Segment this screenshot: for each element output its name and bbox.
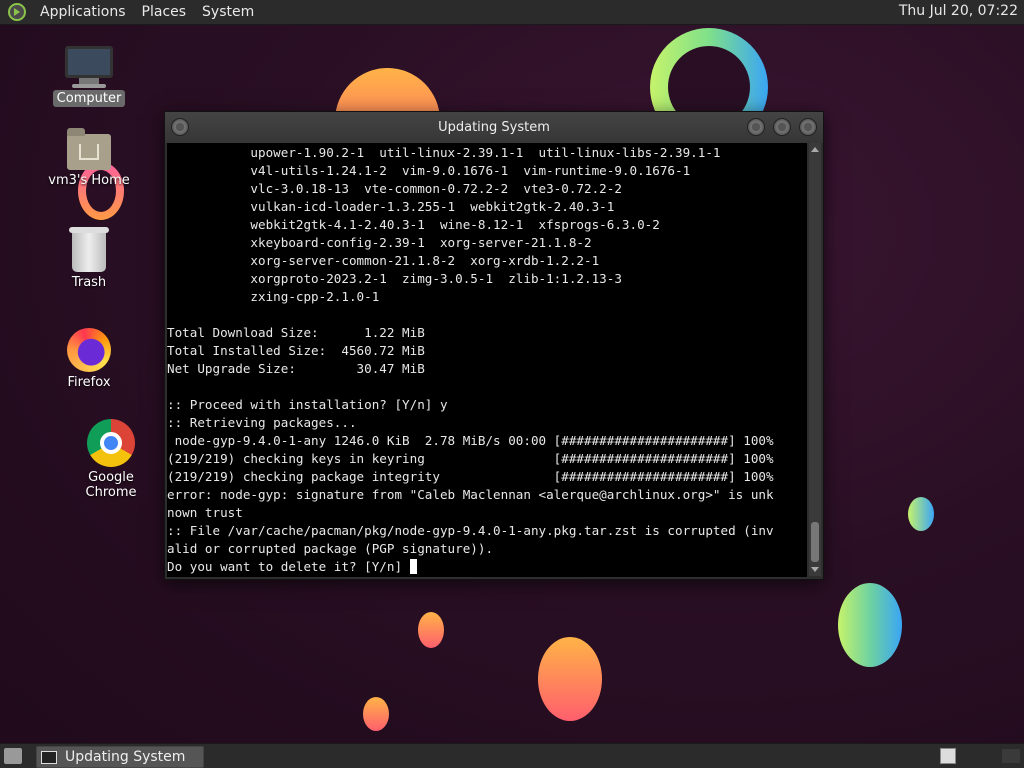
taskbar-item-label: Updating System	[65, 749, 186, 765]
decorative-blob	[908, 497, 934, 531]
desktop-icon-label: Computer	[52, 90, 126, 107]
cursor	[409, 559, 417, 574]
maximize-button[interactable]	[773, 118, 791, 136]
top-panel: Applications Places System Thu Jul 20, 0…	[0, 0, 1024, 25]
close-button[interactable]	[799, 118, 817, 136]
show-desktop-icon[interactable]	[4, 748, 22, 764]
clock[interactable]: Thu Jul 20, 07:22	[899, 3, 1018, 19]
terminal-line: vulkan-icd-loader-1.3.255-1 webkit2gtk-2…	[167, 199, 615, 214]
terminal-line: Net Upgrade Size: 30.47 MiB	[167, 361, 425, 376]
scroll-down-icon[interactable]	[811, 567, 819, 572]
menu-applications[interactable]: Applications	[32, 4, 134, 20]
desktop-icon-trash[interactable]: Trash	[39, 227, 139, 291]
terminal-line: webkit2gtk-4.1-2.40.3-1 wine-8.12-1 xfsp…	[167, 217, 660, 232]
taskbar-item-updating-system[interactable]: Updating System	[36, 746, 204, 768]
terminal-line: :: Proceed with installation? [Y/n] y	[167, 397, 448, 412]
terminal-line: Total Installed Size: 4560.72 MiB	[167, 343, 425, 358]
terminal-line: :: File /var/cache/pacman/pkg/node-gyp-9…	[167, 523, 774, 538]
terminal-line: xorgproto-2023.2-1 zimg-3.0.5-1 zlib-1:1…	[167, 271, 622, 286]
terminal-window[interactable]: Updating System upower-1.90.2-1 util-lin…	[164, 111, 824, 580]
desktop-icon-label: Google Chrome	[85, 470, 137, 500]
menu-places[interactable]: Places	[134, 4, 195, 20]
terminal-output[interactable]: upower-1.90.2-1 util-linux-2.39.1-1 util…	[167, 143, 807, 577]
desktop-icon-firefox[interactable]: Firefox	[39, 328, 139, 391]
terminal-line: zxing-cpp-2.1.0-1	[167, 289, 380, 304]
scroll-up-icon[interactable]	[811, 147, 819, 152]
terminal-line: nown trust	[167, 505, 243, 520]
terminal-line: alid or corrupted package (PGP signature…	[167, 541, 494, 556]
computer-icon	[65, 46, 113, 88]
scrollbar-thumb[interactable]	[811, 522, 819, 562]
trash-icon	[69, 227, 109, 272]
terminal-line: xkeyboard-config-2.39-1 xorg-server-21.1…	[167, 235, 592, 250]
decorative-blob	[418, 612, 444, 648]
chrome-icon	[87, 419, 135, 467]
minimize-button[interactable]	[747, 118, 765, 136]
window-titlebar[interactable]: Updating System	[165, 112, 823, 143]
desktop-icon-chrome[interactable]: Google Chrome	[61, 419, 161, 501]
workspace-switcher[interactable]	[940, 748, 956, 764]
window-title: Updating System	[438, 120, 550, 135]
desktop-icon-computer[interactable]: Computer	[39, 46, 139, 107]
terminal-line: Total Download Size: 1.22 MiB	[167, 325, 425, 340]
bottom-panel: Updating System	[0, 743, 1024, 768]
decorative-blob	[838, 583, 902, 667]
terminal-line: :: Retrieving packages...	[167, 415, 357, 430]
home-folder-icon	[67, 128, 111, 170]
terminal-line: xorg-server-common-21.1.8-2 xorg-xrdb-1.…	[167, 253, 600, 268]
firefox-icon	[67, 328, 111, 372]
terminal-scrollbar[interactable]	[809, 143, 821, 576]
terminal-prompt-text: Do you want to delete it? [Y/n]	[167, 559, 410, 574]
terminal-line: (219/219) checking keys in keyring [####…	[167, 451, 774, 466]
terminal-icon	[41, 750, 57, 764]
mate-logo-icon[interactable]	[8, 3, 26, 21]
desktop-icon-home[interactable]: vm3's Home	[39, 128, 139, 189]
terminal-line: error: node-gyp: signature from "Caleb M…	[167, 487, 774, 502]
terminal-line: v4l-utils-1.24.1-2 vim-9.0.1676-1 vim-ru…	[167, 163, 691, 178]
window-menu-button[interactable]	[171, 118, 189, 136]
tray-area	[1002, 749, 1020, 763]
terminal-line: Do you want to delete it? [Y/n]	[167, 558, 807, 576]
menu-system[interactable]: System	[194, 4, 262, 20]
terminal-line: vlc-3.0.18-13 vte-common-0.72.2-2 vte3-0…	[167, 181, 622, 196]
terminal-line: node-gyp-9.4.0-1-any 1246.0 KiB 2.78 MiB…	[167, 433, 774, 448]
decorative-blob	[538, 637, 602, 721]
decorative-blob	[363, 697, 389, 731]
terminal-line: (219/219) checking package integrity [##…	[167, 469, 774, 484]
desktop-icon-label: vm3's Home	[48, 173, 130, 188]
desktop-icon-label: Trash	[71, 275, 107, 290]
terminal-line: upower-1.90.2-1 util-linux-2.39.1-1 util…	[167, 145, 721, 160]
desktop-icon-label: Firefox	[67, 375, 111, 390]
